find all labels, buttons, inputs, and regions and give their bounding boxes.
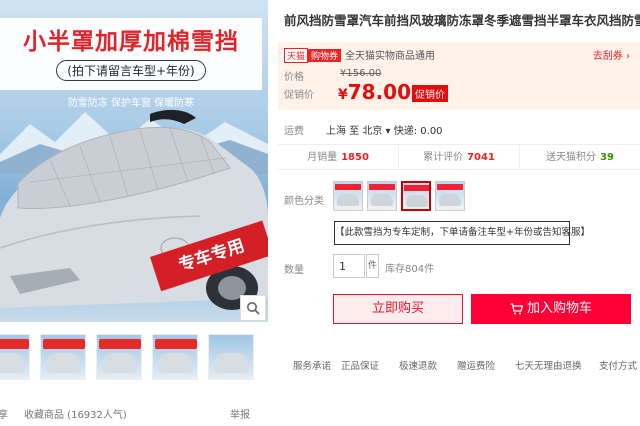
zoom-button[interactable]: [240, 295, 266, 321]
add-to-cart-button[interactable]: 加入购物车: [471, 294, 631, 324]
service-label: 服务承诺: [293, 361, 332, 372]
thumbnail[interactable]: [0, 334, 30, 380]
service-item[interactable]: 极速退款: [399, 358, 437, 372]
color-swatch[interactable]: [367, 181, 397, 211]
promo-price-label: 促销价: [284, 90, 314, 101]
report-link[interactable]: 举报: [230, 406, 250, 421]
promo-price: ¥78.00: [338, 80, 411, 104]
delivery-label: 运费: [284, 126, 304, 137]
service-item[interactable]: 赠运费险: [457, 358, 495, 372]
promo-badge: 促销价: [412, 85, 448, 102]
stock-count: 库存804件: [385, 264, 435, 275]
color-swatch[interactable]: [333, 181, 363, 211]
get-coupon-link[interactable]: 去刮券 ›: [593, 47, 630, 62]
color-swatch[interactable]: [435, 181, 465, 211]
currency-symbol: ¥: [338, 87, 348, 103]
quantity-input[interactable]: [333, 254, 365, 278]
original-price-row: 价格 ¥156.00: [284, 68, 381, 83]
gallery-footer: 享 收藏商品 (16932人气) 举报: [0, 406, 260, 421]
stat-label: 月销量: [307, 152, 338, 163]
promo-banner: 小半罩加厚加棉雪挡 (拍下请留言车型+年份): [0, 18, 262, 90]
quantity-label: 数量: [284, 265, 304, 276]
thumbnail[interactable]: [96, 334, 142, 380]
tmall-coupon-row: 天猫 购物券 全天猫实物商品通用: [284, 47, 435, 63]
service-item[interactable]: 七天无理由退换: [515, 358, 582, 372]
buy-now-button[interactable]: 立即购买: [333, 294, 463, 324]
promo-price-row: 促销价 ¥78.00 促销价: [284, 80, 624, 104]
color-swatch-selected[interactable]: [401, 181, 431, 211]
promo-price-value: 78.00: [347, 80, 412, 104]
delivery-route-select[interactable]: 上海 至 北京 ▾ 快递: 0.00: [326, 122, 443, 137]
promo-features: 防雪防冻 保护车窗 保暖防寒: [67, 98, 195, 109]
shopping-coupon-tag: 购物券: [308, 49, 342, 62]
stat-label: 累计评价: [423, 152, 464, 163]
custom-order-note: 【此款雪挡为专车定制，下单请备注车型+年份或告知客服】: [334, 221, 590, 245]
car-image: [0, 109, 268, 310]
add-to-cart-label: 加入购物车: [526, 301, 592, 316]
color-swatches: [333, 181, 465, 211]
thumbnail-strip: [0, 334, 254, 380]
tmall-tag: 天猫: [284, 48, 309, 63]
price-panel: 天猫 购物券 全天猫实物商品通用 去刮券 › 价格 ¥156.00 促销价 ¥78.…: [278, 42, 640, 110]
color-label: 颜色分类: [284, 196, 324, 207]
share-link[interactable]: 享: [0, 410, 8, 421]
price-label: 价格: [284, 72, 304, 83]
main-product-image[interactable]: 小半罩加厚加棉雪挡 (拍下请留言车型+年份) 防雪防冻 保护车窗 保暖防寒 专车…: [0, 0, 268, 322]
stat-label: 送天猫积分: [546, 152, 597, 163]
thumbnail[interactable]: [152, 334, 198, 380]
cart-icon: [510, 302, 523, 314]
thumbnail[interactable]: [208, 334, 254, 380]
monthly-sales: 月销量 1850: [278, 145, 399, 169]
favorite-link[interactable]: 收藏商品 (16932人气): [24, 406, 127, 421]
search-icon: [247, 302, 260, 315]
payment-methods-dropdown[interactable]: 支付方式 ▾: [599, 358, 640, 372]
tmall-points: 送天猫积分 39: [520, 145, 640, 169]
promo-subtitle: (拍下请留言车型+年份): [56, 60, 206, 81]
stat-value: 1850: [341, 152, 369, 163]
quantity-unit: 件: [366, 254, 379, 278]
total-reviews[interactable]: 累计评价 7041: [399, 145, 520, 169]
original-price: ¥156.00: [340, 68, 382, 79]
stat-value: 7041: [467, 152, 495, 163]
thumbnail[interactable]: [40, 334, 86, 380]
delivery-row: 运费 上海 至 北京 ▾ 快递: 0.00: [284, 122, 634, 137]
sales-stats: 月销量 1850 累计评价 7041 送天猫积分 39: [278, 144, 640, 170]
product-title: 前风挡防雪罩汽车前挡风玻璃防冻罩冬季遮雪挡半罩车衣风挡防雪布: [284, 13, 640, 28]
service-item[interactable]: 正品保证: [341, 358, 379, 372]
stat-value: 39: [600, 152, 614, 163]
promo-title: 小半罩加厚加棉雪挡: [23, 29, 239, 55]
coupon-description: 全天猫实物商品通用: [345, 51, 436, 62]
